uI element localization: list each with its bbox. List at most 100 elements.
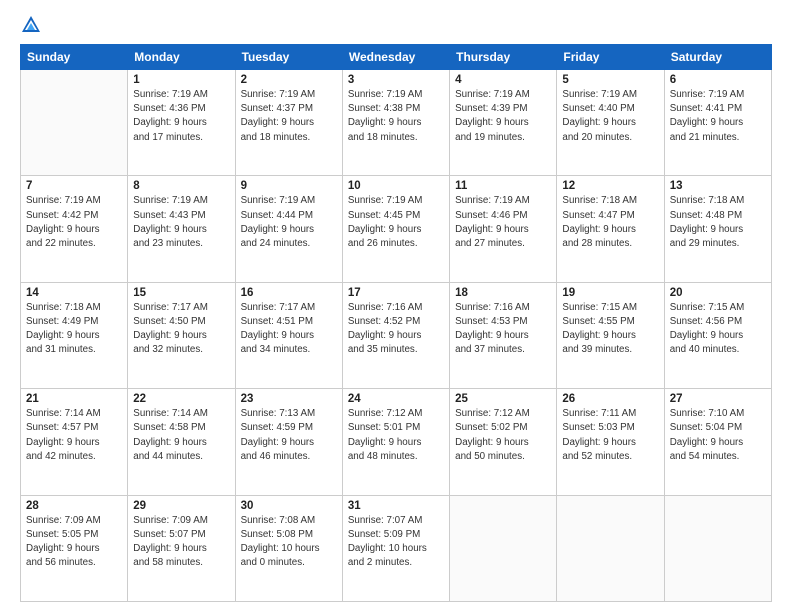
day-info: Sunrise: 7:09 AM Sunset: 5:05 PM Dayligh… (26, 514, 122, 571)
calendar-cell: 9 Sunrise: 7:19 AM Sunset: 4:44 PM Daylig… (235, 176, 342, 282)
day-info: Sunrise: 7:19 AM Sunset: 4:42 PM Dayligh… (26, 194, 122, 251)
day-number: 23 (241, 393, 337, 405)
calendar-week-row: 7 Sunrise: 7:19 AM Sunset: 4:42 PM Daylig… (21, 176, 772, 282)
day-number: 25 (455, 393, 551, 405)
day-number: 29 (133, 500, 229, 512)
calendar-cell: 6 Sunrise: 7:19 AM Sunset: 4:41 PM Daylig… (664, 70, 771, 176)
day-info: Sunrise: 7:11 AM Sunset: 5:03 PM Dayligh… (562, 407, 658, 464)
day-info: Sunrise: 7:18 AM Sunset: 4:48 PM Dayligh… (670, 194, 766, 251)
day-info: Sunrise: 7:16 AM Sunset: 4:53 PM Dayligh… (455, 301, 551, 358)
day-number: 18 (455, 287, 551, 299)
logo-icon (20, 14, 42, 36)
day-info: Sunrise: 7:19 AM Sunset: 4:36 PM Dayligh… (133, 88, 229, 145)
calendar-week-row: 1Sunrise: 7:19 AM Sunset: 4:36 PM Daylig… (21, 70, 772, 176)
day-number: 11 (455, 180, 551, 192)
calendar-header-row: SundayMondayTuesdayWednesdayThursdayFrid… (21, 45, 772, 70)
day-number: 4 (455, 74, 551, 86)
weekday-header: Thursday (450, 45, 557, 70)
calendar-cell (557, 495, 664, 601)
weekday-header: Friday (557, 45, 664, 70)
calendar-cell: 14Sunrise: 7:18 AM Sunset: 4:49 PM Dayli… (21, 282, 128, 388)
calendar-table: SundayMondayTuesdayWednesdayThursdayFrid… (20, 44, 772, 602)
calendar-cell: 3 Sunrise: 7:19 AM Sunset: 4:38 PM Daylig… (342, 70, 449, 176)
calendar-cell: 18 Sunrise: 7:16 AM Sunset: 4:53 PM Dayli… (450, 282, 557, 388)
day-info: Sunrise: 7:09 AM Sunset: 5:07 PM Dayligh… (133, 514, 229, 571)
calendar-cell: 25 Sunrise: 7:12 AM Sunset: 5:02 PM Dayli… (450, 389, 557, 495)
calendar-cell: 20 Sunrise: 7:15 AM Sunset: 4:56 PM Dayli… (664, 282, 771, 388)
day-info: Sunrise: 7:19 AM Sunset: 4:37 PM Dayligh… (241, 88, 337, 145)
day-info: Sunrise: 7:19 AM Sunset: 4:46 PM Dayligh… (455, 194, 551, 251)
day-number: 27 (670, 393, 766, 405)
logo (20, 18, 44, 36)
calendar-cell: 11 Sunrise: 7:19 AM Sunset: 4:46 PM Dayli… (450, 176, 557, 282)
day-number: 26 (562, 393, 658, 405)
calendar-cell: 31Sunrise: 7:07 AM Sunset: 5:09 PM Dayli… (342, 495, 449, 601)
day-number: 15 (133, 287, 229, 299)
day-number: 24 (348, 393, 444, 405)
day-info: Sunrise: 7:13 AM Sunset: 4:59 PM Dayligh… (241, 407, 337, 464)
day-info: Sunrise: 7:15 AM Sunset: 4:56 PM Dayligh… (670, 301, 766, 358)
calendar-cell: 17Sunrise: 7:16 AM Sunset: 4:52 PM Dayli… (342, 282, 449, 388)
day-number: 10 (348, 180, 444, 192)
day-number: 8 (133, 180, 229, 192)
calendar-cell: 5Sunrise: 7:19 AM Sunset: 4:40 PM Daylig… (557, 70, 664, 176)
day-info: Sunrise: 7:14 AM Sunset: 4:57 PM Dayligh… (26, 407, 122, 464)
day-number: 3 (348, 74, 444, 86)
day-info: Sunrise: 7:14 AM Sunset: 4:58 PM Dayligh… (133, 407, 229, 464)
header (20, 18, 772, 36)
day-info: Sunrise: 7:15 AM Sunset: 4:55 PM Dayligh… (562, 301, 658, 358)
calendar-cell: 19Sunrise: 7:15 AM Sunset: 4:55 PM Dayli… (557, 282, 664, 388)
day-info: Sunrise: 7:12 AM Sunset: 5:02 PM Dayligh… (455, 407, 551, 464)
day-info: Sunrise: 7:17 AM Sunset: 4:50 PM Dayligh… (133, 301, 229, 358)
calendar-cell: 30 Sunrise: 7:08 AM Sunset: 5:08 PM Dayli… (235, 495, 342, 601)
calendar-cell: 10 Sunrise: 7:19 AM Sunset: 4:45 PM Dayli… (342, 176, 449, 282)
calendar-cell: 13 Sunrise: 7:18 AM Sunset: 4:48 PM Dayli… (664, 176, 771, 282)
day-info: Sunrise: 7:19 AM Sunset: 4:45 PM Dayligh… (348, 194, 444, 251)
day-info: Sunrise: 7:19 AM Sunset: 4:41 PM Dayligh… (670, 88, 766, 145)
calendar-cell: 21 Sunrise: 7:14 AM Sunset: 4:57 PM Dayli… (21, 389, 128, 495)
day-number: 20 (670, 287, 766, 299)
day-number: 9 (241, 180, 337, 192)
day-info: Sunrise: 7:19 AM Sunset: 4:38 PM Dayligh… (348, 88, 444, 145)
day-number: 6 (670, 74, 766, 86)
day-number: 13 (670, 180, 766, 192)
calendar-cell: 16Sunrise: 7:17 AM Sunset: 4:51 PM Dayli… (235, 282, 342, 388)
calendar-cell: 26 Sunrise: 7:11 AM Sunset: 5:03 PM Dayli… (557, 389, 664, 495)
day-number: 2 (241, 74, 337, 86)
day-number: 30 (241, 500, 337, 512)
calendar-cell: 7 Sunrise: 7:19 AM Sunset: 4:42 PM Daylig… (21, 176, 128, 282)
calendar-cell: 12Sunrise: 7:18 AM Sunset: 4:47 PM Dayli… (557, 176, 664, 282)
calendar-cell: 28Sunrise: 7:09 AM Sunset: 5:05 PM Dayli… (21, 495, 128, 601)
weekday-header: Saturday (664, 45, 771, 70)
calendar-cell: 23 Sunrise: 7:13 AM Sunset: 4:59 PM Dayli… (235, 389, 342, 495)
day-number: 31 (348, 500, 444, 512)
weekday-header: Monday (128, 45, 235, 70)
day-info: Sunrise: 7:10 AM Sunset: 5:04 PM Dayligh… (670, 407, 766, 464)
calendar-week-row: 14Sunrise: 7:18 AM Sunset: 4:49 PM Dayli… (21, 282, 772, 388)
calendar-cell (450, 495, 557, 601)
day-info: Sunrise: 7:12 AM Sunset: 5:01 PM Dayligh… (348, 407, 444, 464)
weekday-header: Sunday (21, 45, 128, 70)
calendar-cell: 1Sunrise: 7:19 AM Sunset: 4:36 PM Daylig… (128, 70, 235, 176)
day-info: Sunrise: 7:19 AM Sunset: 4:44 PM Dayligh… (241, 194, 337, 251)
calendar-cell: 8 Sunrise: 7:19 AM Sunset: 4:43 PM Daylig… (128, 176, 235, 282)
calendar-cell: 24 Sunrise: 7:12 AM Sunset: 5:01 PM Dayli… (342, 389, 449, 495)
day-info: Sunrise: 7:19 AM Sunset: 4:39 PM Dayligh… (455, 88, 551, 145)
day-info: Sunrise: 7:08 AM Sunset: 5:08 PM Dayligh… (241, 514, 337, 571)
weekday-header: Wednesday (342, 45, 449, 70)
calendar-cell: 27 Sunrise: 7:10 AM Sunset: 5:04 PM Dayli… (664, 389, 771, 495)
calendar-cell: 15 Sunrise: 7:17 AM Sunset: 4:50 PM Dayli… (128, 282, 235, 388)
day-info: Sunrise: 7:19 AM Sunset: 4:43 PM Dayligh… (133, 194, 229, 251)
day-number: 5 (562, 74, 658, 86)
calendar-cell: 29 Sunrise: 7:09 AM Sunset: 5:07 PM Dayli… (128, 495, 235, 601)
calendar-cell: 4 Sunrise: 7:19 AM Sunset: 4:39 PM Daylig… (450, 70, 557, 176)
day-number: 22 (133, 393, 229, 405)
day-number: 14 (26, 287, 122, 299)
day-number: 21 (26, 393, 122, 405)
day-number: 12 (562, 180, 658, 192)
day-info: Sunrise: 7:17 AM Sunset: 4:51 PM Dayligh… (241, 301, 337, 358)
day-number: 7 (26, 180, 122, 192)
calendar-cell: 2 Sunrise: 7:19 AM Sunset: 4:37 PM Daylig… (235, 70, 342, 176)
weekday-header: Tuesday (235, 45, 342, 70)
day-number: 17 (348, 287, 444, 299)
